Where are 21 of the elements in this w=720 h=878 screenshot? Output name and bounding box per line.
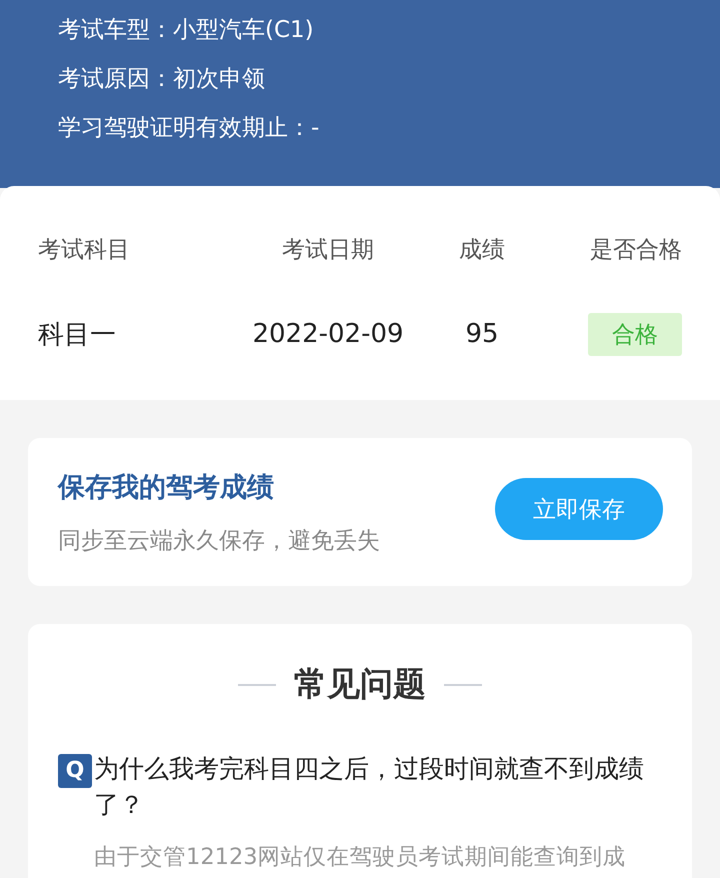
table-cell-text: 2022-02-09 xyxy=(251,319,405,349)
column-header: 考试科目 xyxy=(38,236,131,264)
save-subtitle: 同步至云端永久保存，避免丢失 xyxy=(58,526,380,556)
info-value: - xyxy=(311,115,320,141)
column-header: 考试日期 xyxy=(281,236,375,264)
save-now-button[interactable]: 立即保存 xyxy=(495,478,663,540)
result-badge: 合格 xyxy=(588,312,682,356)
info-value: 小型汽车(C1) xyxy=(173,17,314,43)
info-label: 考试车型： xyxy=(58,17,173,43)
answer-text: 由于交管12123网站仅在驾驶员考试期间能查询到成 xyxy=(94,843,627,872)
question-text: 为什么我考完科目四之后，过段时间就查不到成绩了？ xyxy=(94,753,645,821)
info-label: 学习驾驶证明有效期止： xyxy=(58,115,311,141)
save-title: 保存我的驾考成绩 xyxy=(58,470,275,504)
table-cell-text: 95 xyxy=(464,319,500,349)
table-cell-text: 科目一 xyxy=(38,318,117,352)
info-label: 考试原因： xyxy=(58,66,173,92)
column-header: 是否合格 xyxy=(589,236,682,264)
info-value: 初次申领 xyxy=(173,66,265,92)
column-header: 成绩 xyxy=(458,236,506,264)
question-badge: Q xyxy=(58,754,92,788)
faq-title: 常见问题 xyxy=(294,663,426,705)
